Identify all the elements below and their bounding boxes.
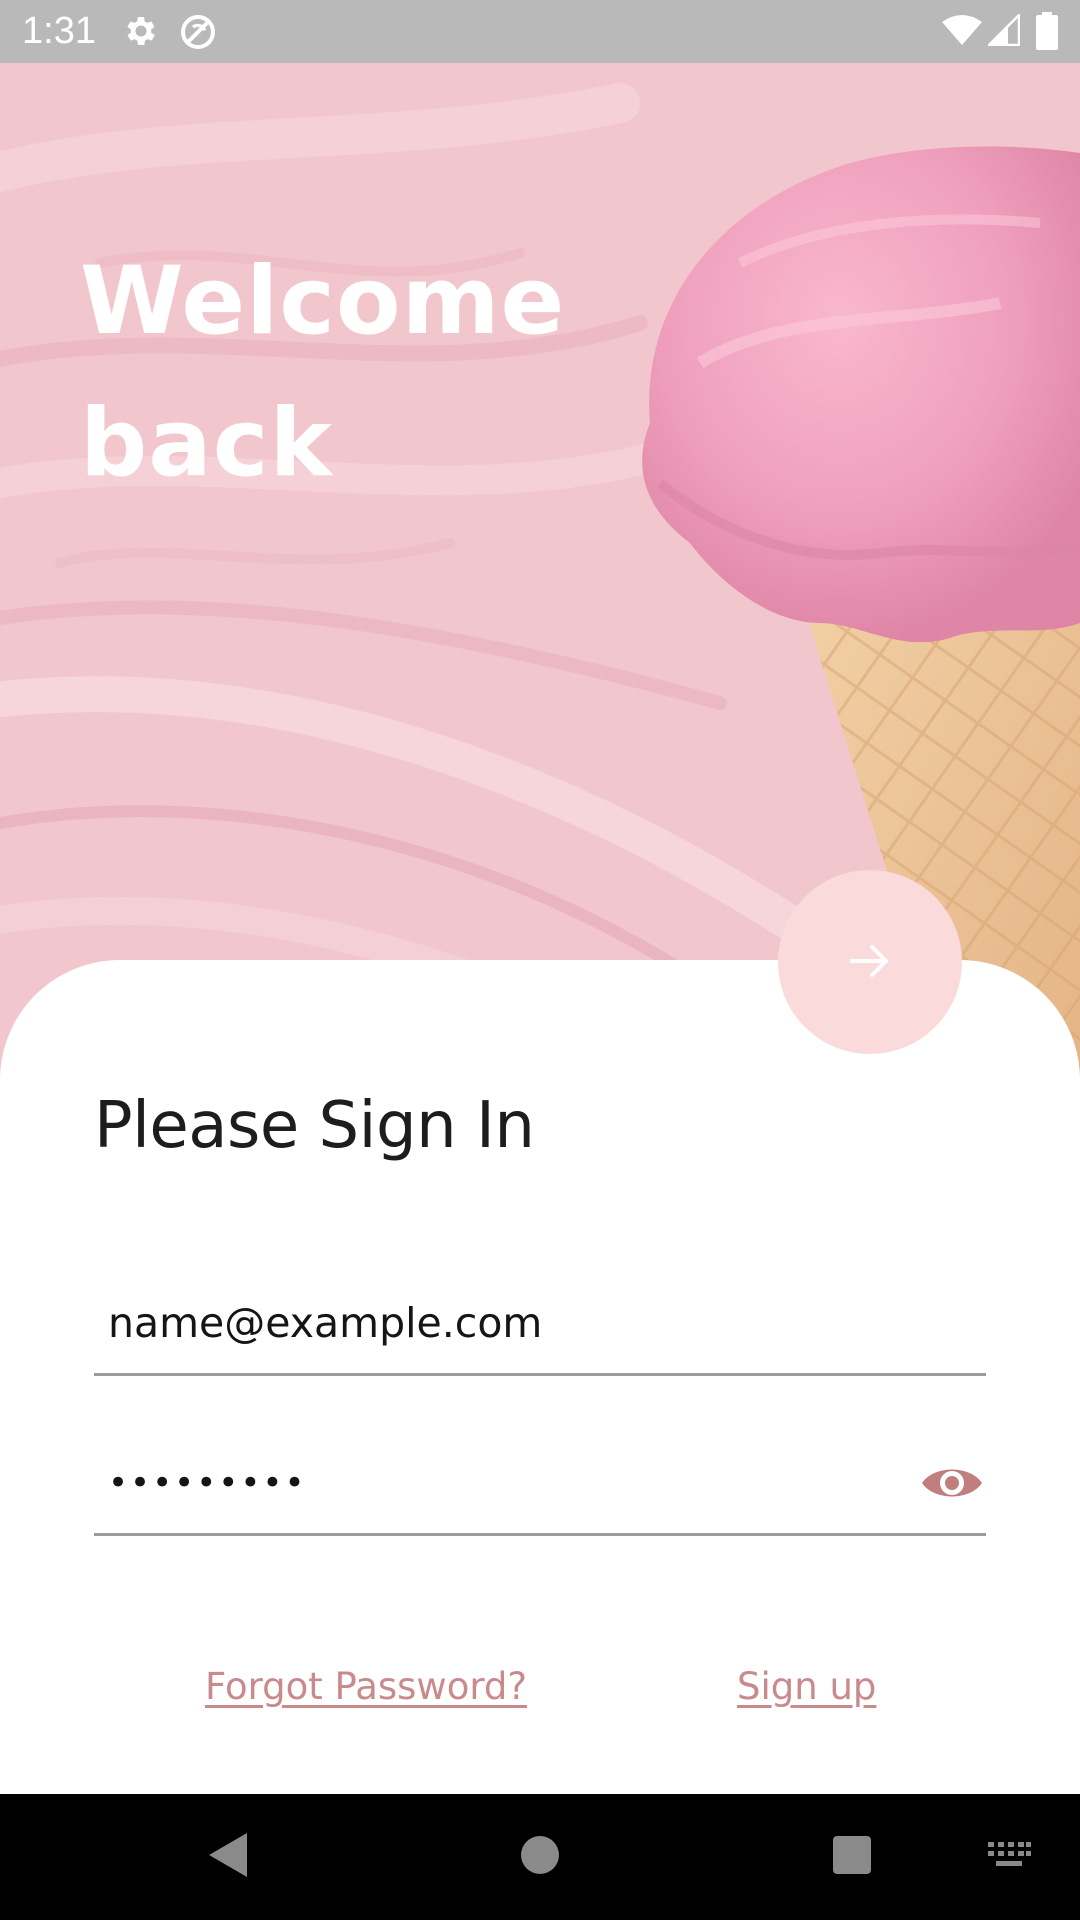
keyboard-button[interactable] <box>984 1794 1034 1920</box>
toggle-password-visibility-button[interactable] <box>920 1459 984 1507</box>
keyboard-icon <box>986 1840 1032 1874</box>
welcome-title: Welcome back <box>80 247 566 498</box>
recents-icon <box>832 1835 872 1879</box>
eye-icon <box>920 1469 984 1510</box>
sign-in-heading: Please Sign In <box>94 1089 535 1163</box>
home-button[interactable] <box>514 1794 566 1920</box>
back-icon <box>205 1830 251 1884</box>
wifi-icon <box>942 14 982 50</box>
forgot-password-link[interactable]: Forgot Password? <box>205 1660 527 1714</box>
arrow-right-icon <box>846 937 894 988</box>
status-bar: 1:31 <box>0 0 1080 63</box>
home-icon <box>520 1835 560 1879</box>
battery-icon <box>1036 12 1058 54</box>
gear-icon <box>122 12 160 54</box>
sign-up-link[interactable]: Sign up <box>737 1660 876 1714</box>
status-time: 1:31 <box>22 10 96 52</box>
submit-arrow-button[interactable] <box>778 870 962 1054</box>
recents-button[interactable] <box>828 1794 876 1920</box>
navigation-bar <box>0 1794 1080 1920</box>
password-input[interactable] <box>108 1447 888 1519</box>
email-input[interactable] <box>108 1287 888 1359</box>
cell-signal-icon <box>985 11 1021 50</box>
password-field-container <box>94 1433 986 1536</box>
email-field-container <box>94 1273 986 1376</box>
do-not-disturb-icon <box>178 12 218 56</box>
back-button[interactable] <box>196 1794 260 1920</box>
